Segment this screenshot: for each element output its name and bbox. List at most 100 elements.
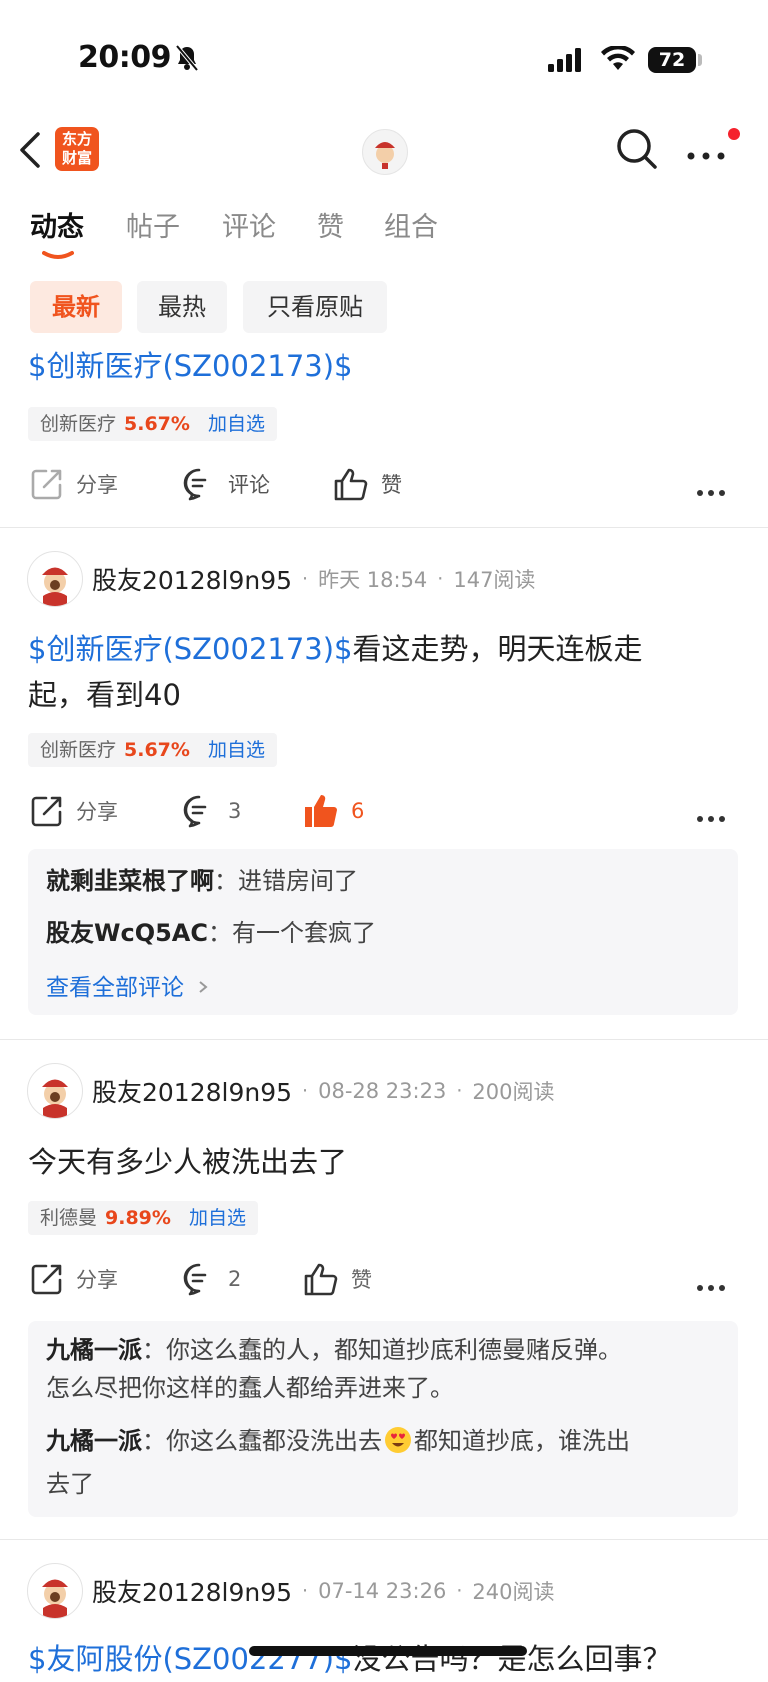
post-time: 08-28 23:23: [318, 1079, 447, 1103]
user-avatar[interactable]: [27, 1563, 83, 1619]
comment-label: 评论: [228, 473, 270, 497]
filter-original-only[interactable]: 只看原贴: [243, 281, 387, 333]
meta-separator: ·: [437, 568, 444, 590]
post-more-icon[interactable]: [696, 1277, 726, 1296]
meta-separator: ·: [456, 1080, 463, 1102]
notification-dot: [728, 128, 740, 140]
post-meta: 股友20128l9n95 · 07-14 23:26 · 240阅读: [92, 1573, 554, 1609]
add-watchlist-button[interactable]: 加自选: [208, 739, 265, 761]
comment-author[interactable]: 九橘一派: [46, 1336, 142, 1364]
tab-comments[interactable]: 评论: [222, 205, 276, 244]
more-options-icon[interactable]: [686, 146, 726, 165]
stock-chip[interactable]: 创新医疗 5.67% 加自选: [28, 407, 277, 441]
read-count: 240阅读: [472, 1580, 555, 1604]
post-meta: 股友20128l9n95 · 08-28 23:23 · 200阅读: [92, 1073, 554, 1109]
stock-link[interactable]: $创新医疗(SZ002173)$: [28, 349, 353, 383]
like-button[interactable]: 赞: [333, 467, 402, 501]
comment-item[interactable]: 股友WcQ5AC：有一个套疯了: [46, 914, 376, 952]
add-watchlist-button[interactable]: 加自选: [208, 413, 265, 435]
share-button[interactable]: 分享: [30, 794, 118, 828]
user-avatar[interactable]: [27, 551, 83, 607]
meta-separator: ·: [302, 1580, 309, 1602]
username[interactable]: 股友20128l9n95: [92, 561, 292, 597]
share-label: 分享: [76, 1268, 118, 1292]
like-button[interactable]: 赞: [303, 1262, 372, 1296]
comment-author[interactable]: 九橘一派: [46, 1427, 142, 1455]
comment-text-continued: 怎么尽把你这样的蠢人都给弄进来了。: [46, 1374, 454, 1402]
profile-avatar[interactable]: [362, 129, 408, 175]
stock-change: 9.89%: [105, 1207, 171, 1229]
thumbs-up-icon: [304, 1263, 338, 1296]
comment-item[interactable]: 九橘一派：你这么蠢的人，都知道抄底利德曼赌反弹。 怎么尽把你这样的蠢人都给弄进来…: [46, 1331, 726, 1407]
post-body[interactable]: $创新医疗(SZ002173)$看这走势，明天连板走 起，看到40: [28, 626, 728, 718]
comment-count: 2: [228, 1267, 242, 1291]
stock-change: 5.67%: [124, 413, 190, 435]
share-button[interactable]: 分享: [30, 467, 118, 501]
post-text: 看这走势，明天连板走: [352, 632, 643, 666]
stock-chip[interactable]: 创新医疗 5.67% 加自选: [28, 733, 277, 767]
meta-separator: ·: [302, 568, 309, 590]
post-time: 昨天 18:54: [318, 568, 428, 592]
post-text-continued: 起，看到40: [28, 678, 181, 712]
share-label: 分享: [76, 800, 118, 824]
chevron-right-icon: [199, 981, 208, 993]
stock-chip[interactable]: 利德曼 9.89% 加自选: [28, 1201, 258, 1235]
comment-preview: 就剩韭菜根了啊：进错房间了 股友WcQ5AC：有一个套疯了 查看全部评论: [28, 849, 738, 1015]
share-button[interactable]: 分享: [30, 1262, 118, 1296]
app-logo[interactable]: 东方财富: [55, 127, 99, 171]
comment-author[interactable]: 就剩韭菜根了啊: [46, 867, 214, 895]
divider: [0, 527, 768, 528]
comment-count: 3: [228, 799, 242, 823]
stock-name: 创新医疗: [40, 413, 117, 435]
comment-button[interactable]: 3: [182, 794, 241, 828]
divider: [0, 1539, 768, 1540]
back-arrow-icon[interactable]: [18, 130, 44, 174]
comment-button[interactable]: 评论: [182, 467, 270, 501]
stock-change: 5.67%: [124, 739, 190, 761]
filter-hottest[interactable]: 最热: [137, 281, 227, 333]
username[interactable]: 股友20128l9n95: [92, 1073, 292, 1109]
post-body[interactable]: $友阿股份(SZ002277)$没公告吗？是怎么回事？: [28, 1636, 672, 1682]
meta-separator: ·: [456, 1580, 463, 1602]
search-icon[interactable]: [616, 128, 658, 174]
tab-likes[interactable]: 赞: [317, 205, 344, 244]
tab-dynamics[interactable]: 动态: [30, 205, 84, 244]
signal-icon: [548, 48, 584, 76]
like-label: 赞: [381, 473, 402, 497]
comment-text: 都知道抄底，谁洗出: [414, 1427, 630, 1455]
comment-button[interactable]: 2: [182, 1262, 241, 1296]
post-meta: 股友20128l9n95 · 昨天 18:54 · 147阅读: [92, 561, 535, 597]
divider: [0, 1039, 768, 1040]
status-bar: 20:09 72: [0, 0, 768, 100]
stock-name: 利德曼: [40, 1207, 98, 1229]
meta-separator: ·: [302, 1080, 309, 1102]
view-all-comments-link[interactable]: 查看全部评论: [46, 968, 209, 1002]
comment-text: 有一个套疯了: [232, 919, 376, 947]
post-more-icon[interactable]: [696, 808, 726, 827]
thumbs-up-filled-icon: [305, 795, 337, 827]
read-count: 147阅读: [453, 568, 536, 592]
comment-item[interactable]: 九橘一派：你这么蠢都没洗出去 都知道抄底，谁洗出 去了: [46, 1422, 726, 1503]
battery-indicator: 72: [648, 47, 696, 73]
view-all-label: 查看全部评论: [46, 975, 184, 1001]
tab-portfolio[interactable]: 组合: [384, 205, 438, 244]
tab-posts[interactable]: 帖子: [126, 205, 180, 244]
read-count: 200阅读: [472, 1080, 555, 1104]
comment-author[interactable]: 股友WcQ5AC: [46, 919, 208, 947]
user-avatar[interactable]: [27, 1063, 83, 1119]
post-more-icon[interactable]: [696, 482, 726, 501]
like-button[interactable]: 6: [303, 793, 364, 829]
stock-link[interactable]: $创新医疗(SZ002173)$: [28, 632, 353, 666]
like-count: 6: [351, 799, 365, 823]
filter-latest[interactable]: 最新: [30, 281, 122, 333]
comment-text: 你这么蠢都没洗出去: [166, 1427, 382, 1455]
post-body[interactable]: 今天有多少人被洗出去了: [28, 1139, 347, 1185]
add-watchlist-button[interactable]: 加自选: [189, 1207, 246, 1229]
nav-bar: 东方财富: [0, 116, 768, 188]
status-time: 20:09: [78, 40, 172, 75]
battery-cap: [698, 54, 702, 66]
comment-item[interactable]: 就剩韭菜根了啊：进错房间了: [46, 862, 358, 900]
share-icon: [31, 469, 62, 500]
username[interactable]: 股友20128l9n95: [92, 1573, 292, 1609]
post-body[interactable]: $创新医疗(SZ002173)$: [28, 343, 353, 389]
